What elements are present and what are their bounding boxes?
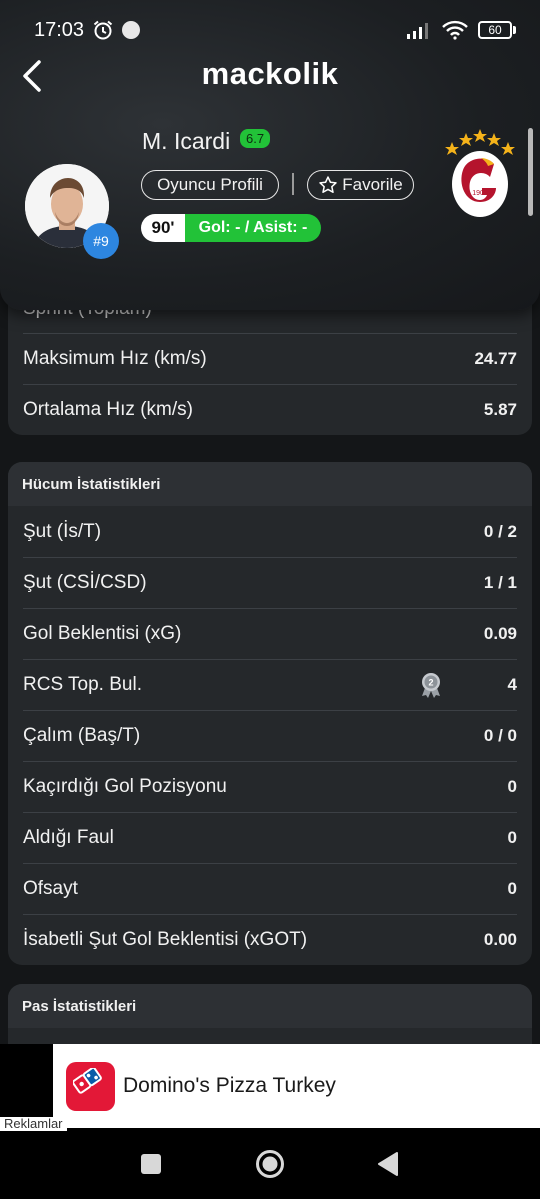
stat-row: Aldığı Faul 0: [8, 812, 532, 863]
stat-label: Gol Beklentisi (xG): [23, 622, 182, 644]
stat-label: Ofsayt: [23, 877, 78, 899]
stat-row: Maksimum Hız (km/s) 24.77: [8, 333, 532, 384]
header-divider: [292, 173, 294, 195]
stat-value: 0.00: [483, 929, 517, 949]
stat-row: Ofsayt 0: [8, 863, 532, 914]
stat-row: Şut (İs/T) 0 / 2: [8, 506, 532, 557]
signal-icon: [407, 23, 428, 39]
player-rating-badge: 6.7: [240, 129, 271, 148]
stat-label: Çalım (Baş/T): [23, 724, 141, 746]
speed-stats-card: Sprint (Toplam) Maksimum Hız (km/s) 24.7…: [8, 290, 532, 435]
stat-value: 0 / 0: [483, 725, 517, 745]
stat-value: 0.09: [483, 623, 517, 643]
favorite-button[interactable]: Favorile: [307, 170, 414, 200]
stat-value: 1 / 1: [483, 572, 517, 592]
circle-home-icon: [256, 1150, 284, 1178]
recents-button[interactable]: [139, 1149, 163, 1179]
player-profile-button[interactable]: Oyuncu Profili: [141, 170, 279, 200]
status-time: 17:03: [34, 18, 85, 41]
stat-label: Kaçırdığı Gol Pozisyonu: [23, 775, 227, 797]
stat-row: Gol Beklentisi (xG) 0.09: [8, 608, 532, 659]
rank-number: 2: [428, 678, 433, 688]
ads-label: Reklamlar: [0, 1117, 67, 1131]
player-profile-label: Oyuncu Profili: [157, 175, 263, 194]
minutes-played: 90': [141, 214, 185, 242]
wifi-icon: [442, 20, 468, 40]
notification-dot-icon: [122, 21, 141, 39]
alarm-icon: [93, 20, 113, 40]
stat-value: 0: [507, 776, 517, 796]
stat-label: İsabetli Şut Gol Beklentisi (xGOT): [23, 928, 308, 950]
battery-icon: 60: [478, 21, 516, 39]
stat-row: Kaçırdığı Gol Pozisyonu 0: [8, 761, 532, 812]
stat-value: 0 / 2: [483, 521, 517, 541]
pass-section-title: Pas İstatistikleri: [8, 984, 532, 1028]
home-button[interactable]: [255, 1149, 285, 1179]
ad-left-spacer: [0, 1044, 53, 1128]
stat-row: Ortalama Hız (km/s) 5.87: [8, 384, 532, 435]
status-bar: 17:03 60: [0, 0, 540, 60]
star-icon: [319, 176, 338, 193]
stat-value: 0: [507, 878, 517, 898]
jersey-number-badge: #9: [83, 223, 119, 259]
stat-row: Şut (CSİ/CSD) 1 / 1: [8, 557, 532, 608]
galatasaray-logo[interactable]: 1905: [442, 124, 518, 220]
ad-title: Domino's Pizza Turkey: [123, 1074, 336, 1097]
favorite-label: Favorile: [342, 175, 403, 194]
triangle-back-icon: [378, 1152, 398, 1176]
status-right: 60: [406, 20, 516, 40]
stat-row: Çalım (Baş/T) 0 / 0: [8, 710, 532, 761]
status-left: 17:03: [34, 18, 141, 42]
club-year: 1905: [472, 190, 488, 197]
stat-row: İsabetli Şut Gol Beklentisi (xGOT) 0.00: [8, 914, 532, 965]
stat-label: Şut (CSİ/CSD): [23, 571, 147, 593]
stat-value: 4: [507, 674, 517, 694]
attack-stats-card: Hücum İstatistikleri Şut (İs/T) 0 / 2 Şu…: [8, 462, 532, 965]
stat-label: Maksimum Hız (km/s): [23, 347, 207, 369]
stat-label: Aldığı Faul: [23, 826, 114, 848]
battery-level: 60: [478, 21, 512, 39]
stat-label: RCS Top. Bul.: [23, 673, 142, 695]
player-name: M. Icardi: [142, 128, 231, 154]
dominos-logo-icon: [66, 1061, 115, 1111]
ad-banner[interactable]: Domino's Pizza Turkey: [53, 1044, 540, 1128]
stat-value: 24.77: [474, 348, 517, 368]
back-nav-button[interactable]: [376, 1149, 400, 1179]
attack-section-title: Hücum İstatistikleri: [8, 462, 532, 506]
rank-medal-icon: 2: [422, 673, 440, 698]
stat-value: 0: [507, 827, 517, 847]
stat-row: RCS Top. Bul. 2 4: [8, 659, 532, 710]
stat-value: 5.87: [483, 399, 517, 419]
square-icon: [141, 1154, 161, 1174]
app-logo: mackolik: [201, 56, 339, 91]
stat-label: Ortalama Hız (km/s): [23, 398, 193, 420]
header-scrollbar[interactable]: [528, 128, 533, 216]
goal-assist-summary: Gol: - / Asist: -: [185, 214, 321, 242]
stat-label: Şut (İs/T): [23, 520, 102, 542]
